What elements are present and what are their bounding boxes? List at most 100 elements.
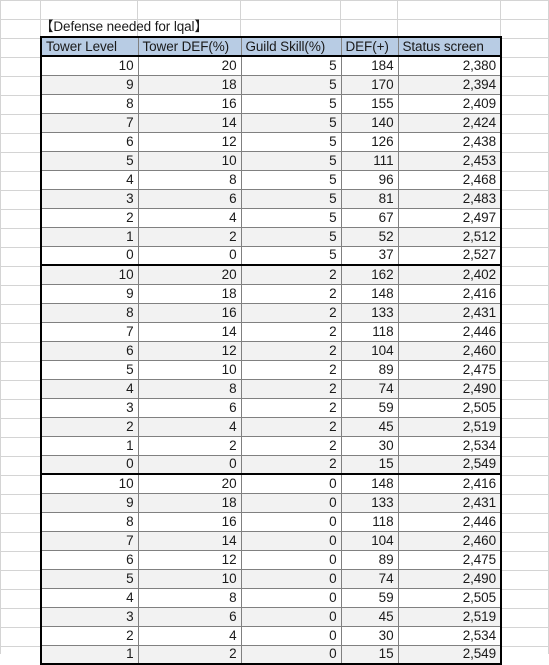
cell-guild-skill[interactable]: 2 <box>240 283 342 304</box>
column-header-tower-def[interactable]: Tower DEF(%) <box>137 36 242 57</box>
cell-guild-skill[interactable]: 2 <box>240 264 342 285</box>
cell-def-plus[interactable]: 133 <box>340 492 399 513</box>
cell-tower-def[interactable]: 6 <box>137 397 242 418</box>
cell-guild-skill[interactable]: 0 <box>240 587 342 608</box>
cell-status-screen[interactable]: 2,497 <box>397 207 502 228</box>
cell-tower-level[interactable]: 7 <box>40 321 139 342</box>
cell-guild-skill[interactable]: 2 <box>240 321 342 342</box>
cell-def-plus[interactable]: 140 <box>340 112 399 133</box>
cell-guild-skill[interactable]: 5 <box>240 93 342 114</box>
table-row[interactable]: 0 0 2 15 2,549 <box>40 454 502 475</box>
cell-status-screen[interactable]: 2,409 <box>397 93 502 114</box>
cell-status-screen[interactable]: 2,468 <box>397 169 502 190</box>
cell-guild-skill[interactable]: 0 <box>240 606 342 627</box>
cell-guild-skill[interactable]: 0 <box>240 644 342 665</box>
cell-guild-skill[interactable]: 0 <box>240 511 342 532</box>
table-row[interactable]: 9 18 2 148 2,416 <box>40 283 502 304</box>
cell-guild-skill[interactable]: 2 <box>240 302 342 323</box>
cell-status-screen[interactable]: 2,460 <box>397 340 502 361</box>
cell-tower-level[interactable]: 7 <box>40 530 139 551</box>
cell-tower-def[interactable]: 8 <box>137 378 242 399</box>
cell-tower-level[interactable]: 3 <box>40 397 139 418</box>
table-row[interactable]: 8 16 2 133 2,431 <box>40 302 502 323</box>
cell-guild-skill[interactable]: 2 <box>240 359 342 380</box>
cell-tower-def[interactable]: 16 <box>137 511 242 532</box>
cell-tower-def[interactable]: 6 <box>137 188 242 209</box>
cell-status-screen[interactable]: 2,527 <box>397 245 502 266</box>
cell-status-screen[interactable]: 2,380 <box>397 55 502 76</box>
table-row[interactable]: 10 20 2 162 2,402 <box>40 264 502 285</box>
cell-guild-skill[interactable]: 5 <box>240 207 342 228</box>
cell-tower-level[interactable]: 5 <box>40 150 139 171</box>
cell-tower-level[interactable]: 3 <box>40 188 139 209</box>
cell-def-plus[interactable]: 148 <box>340 473 399 494</box>
cell-def-plus[interactable]: 59 <box>340 587 399 608</box>
cell-tower-def[interactable]: 12 <box>137 549 242 570</box>
cell-guild-skill[interactable]: 0 <box>240 568 342 589</box>
cell-status-screen[interactable]: 2,505 <box>397 587 502 608</box>
cell-tower-level[interactable]: 3 <box>40 606 139 627</box>
cell-tower-level[interactable]: 10 <box>40 55 139 76</box>
table-row[interactable]: 5 10 0 74 2,490 <box>40 568 502 589</box>
table-row[interactable]: 10 20 0 148 2,416 <box>40 473 502 494</box>
cell-status-screen[interactable]: 2,549 <box>397 454 502 475</box>
cell-guild-skill[interactable]: 5 <box>240 188 342 209</box>
cell-guild-skill[interactable]: 5 <box>240 150 342 171</box>
cell-tower-def[interactable]: 2 <box>137 644 242 665</box>
cell-tower-level[interactable]: 6 <box>40 131 139 152</box>
column-header-status-screen[interactable]: Status screen <box>397 36 502 57</box>
cell-guild-skill[interactable]: 5 <box>240 226 342 247</box>
cell-tower-def[interactable]: 8 <box>137 587 242 608</box>
cell-status-screen[interactable]: 2,424 <box>397 112 502 133</box>
cell-tower-def[interactable]: 16 <box>137 302 242 323</box>
cell-def-plus[interactable]: 81 <box>340 188 399 209</box>
table-row[interactable]: 2 4 0 30 2,534 <box>40 625 502 646</box>
cell-status-screen[interactable]: 2,519 <box>397 416 502 437</box>
cell-guild-skill[interactable]: 2 <box>240 397 342 418</box>
cell-tower-def[interactable]: 16 <box>137 93 242 114</box>
cell-guild-skill[interactable]: 2 <box>240 378 342 399</box>
cell-tower-def[interactable]: 0 <box>137 454 242 475</box>
cell-tower-level[interactable]: 5 <box>40 568 139 589</box>
table-row[interactable]: 7 14 0 104 2,460 <box>40 530 502 551</box>
cell-tower-def[interactable]: 18 <box>137 492 242 513</box>
cell-tower-def[interactable]: 4 <box>137 416 242 437</box>
cell-tower-def[interactable]: 2 <box>137 226 242 247</box>
cell-tower-level[interactable]: 8 <box>40 93 139 114</box>
cell-guild-skill[interactable]: 0 <box>240 530 342 551</box>
cell-tower-def[interactable]: 12 <box>137 131 242 152</box>
table-row[interactable]: 3 6 5 81 2,483 <box>40 188 502 209</box>
table-row[interactable]: 2 4 5 67 2,497 <box>40 207 502 228</box>
column-header-guild-skill[interactable]: Guild Skill(%) <box>240 36 342 57</box>
cell-tower-def[interactable]: 2 <box>137 435 242 456</box>
cell-tower-level[interactable]: 2 <box>40 207 139 228</box>
cell-tower-def[interactable]: 6 <box>137 606 242 627</box>
cell-guild-skill[interactable]: 5 <box>240 74 342 95</box>
cell-status-screen[interactable]: 2,431 <box>397 302 502 323</box>
cell-def-plus[interactable]: 15 <box>340 454 399 475</box>
cell-tower-def[interactable]: 14 <box>137 530 242 551</box>
table-row[interactable]: 5 10 2 89 2,475 <box>40 359 502 380</box>
cell-tower-level[interactable]: 1 <box>40 435 139 456</box>
cell-status-screen[interactable]: 2,394 <box>397 74 502 95</box>
cell-def-plus[interactable]: 118 <box>340 321 399 342</box>
cell-tower-def[interactable]: 20 <box>137 55 242 76</box>
cell-def-plus[interactable]: 155 <box>340 93 399 114</box>
cell-guild-skill[interactable]: 5 <box>240 112 342 133</box>
cell-guild-skill[interactable]: 5 <box>240 55 342 76</box>
cell-def-plus[interactable]: 133 <box>340 302 399 323</box>
table-row[interactable]: 8 16 0 118 2,446 <box>40 511 502 532</box>
cell-def-plus[interactable]: 74 <box>340 568 399 589</box>
cell-guild-skill[interactable]: 5 <box>240 131 342 152</box>
cell-status-screen[interactable]: 2,416 <box>397 283 502 304</box>
cell-tower-level[interactable]: 7 <box>40 112 139 133</box>
table-row[interactable]: 6 12 2 104 2,460 <box>40 340 502 361</box>
cell-guild-skill[interactable]: 2 <box>240 340 342 361</box>
cell-status-screen[interactable]: 2,446 <box>397 321 502 342</box>
cell-tower-level[interactable]: 6 <box>40 549 139 570</box>
cell-tower-def[interactable]: 18 <box>137 283 242 304</box>
cell-tower-level[interactable]: 2 <box>40 625 139 646</box>
cell-tower-level[interactable]: 8 <box>40 302 139 323</box>
cell-status-screen[interactable]: 2,490 <box>397 378 502 399</box>
table-row[interactable]: 4 8 0 59 2,505 <box>40 587 502 608</box>
